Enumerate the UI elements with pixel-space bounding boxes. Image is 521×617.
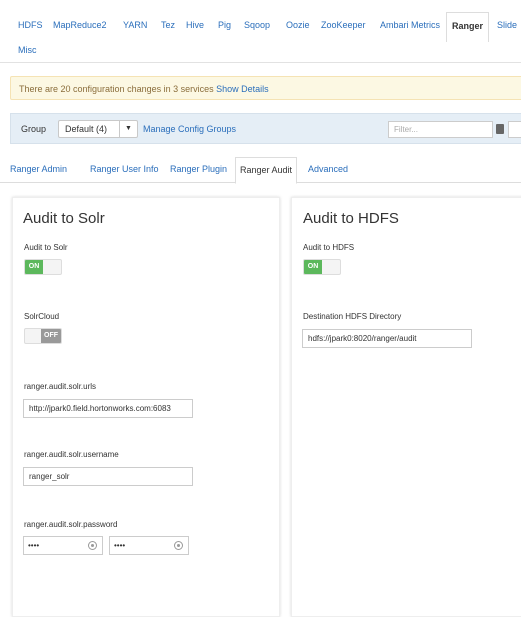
group-label: Group xyxy=(21,124,47,134)
solrcloud-toggle[interactable]: OFF xyxy=(24,328,62,344)
service-tab-zookeeper[interactable]: ZooKeeper xyxy=(321,19,366,31)
service-tab-hive[interactable]: Hive xyxy=(186,19,204,31)
audit-to-solr-label: Audit to Solr xyxy=(24,243,68,252)
destination-hdfs-directory-label: Destination HDFS Directory xyxy=(303,312,402,321)
solr-password-input[interactable]: •••• xyxy=(23,536,103,555)
ranger-config-tabs: Ranger Admin Ranger User Info Ranger Plu… xyxy=(0,157,521,184)
destination-hdfs-directory-input[interactable]: hdfs://jpark0:8020/ranger/audit xyxy=(302,329,472,348)
password-mask: •••• xyxy=(28,541,40,550)
filter-dropdown-icon[interactable] xyxy=(496,124,504,134)
solr-username-input[interactable]: ranger_solr xyxy=(23,467,193,486)
service-tab-ambari-metrics[interactable]: Ambari Metrics xyxy=(380,19,440,31)
service-tab-mapreduce2[interactable]: MapReduce2 xyxy=(53,19,107,31)
show-password-icon[interactable] xyxy=(88,541,97,550)
show-password-confirm-icon[interactable] xyxy=(174,541,183,550)
audit-to-hdfs-label: Audit to HDFS xyxy=(303,243,355,252)
service-tab-slider[interactable]: Slide xyxy=(497,19,517,31)
audit-to-solr-toggle[interactable]: ON xyxy=(24,259,62,275)
filter-extra-control[interactable] xyxy=(508,121,521,138)
tab-ranger-user-info[interactable]: Ranger User Info xyxy=(90,164,159,174)
audit-to-solr-title: Audit to Solr xyxy=(23,210,105,227)
group-select[interactable]: Default (4) ▼ xyxy=(58,120,138,138)
config-changes-alert: There are 20 configuration changes in 3 … xyxy=(10,76,521,100)
show-details-link[interactable]: Show Details xyxy=(216,84,269,94)
service-tab-misc[interactable]: Misc xyxy=(18,44,37,56)
tab-ranger-admin[interactable]: Ranger Admin xyxy=(10,164,67,174)
solr-password-label: ranger.audit.solr.password xyxy=(24,520,118,529)
password-confirm-mask: •••• xyxy=(114,541,126,550)
service-tab-tez[interactable]: Tez xyxy=(161,19,175,31)
service-tab-yarn[interactable]: YARN xyxy=(123,19,147,31)
service-tabs: HDFS MapReduce2 YARN Tez Hive Pig Sqoop … xyxy=(0,0,521,63)
toggle-on-state: ON xyxy=(25,260,43,274)
alert-text: There are 20 configuration changes in 3 … xyxy=(19,84,217,94)
service-tab-pig[interactable]: Pig xyxy=(218,19,231,31)
solrcloud-label: SolrCloud xyxy=(24,312,60,321)
service-tab-ranger[interactable]: Ranger xyxy=(446,12,490,42)
audit-to-hdfs-title: Audit to HDFS xyxy=(303,210,399,227)
solr-password-confirm-input[interactable]: •••• xyxy=(109,536,189,555)
audit-to-hdfs-panel: Audit to HDFS Audit to HDFS ON Destinati… xyxy=(291,197,521,617)
tab-advanced[interactable]: Advanced xyxy=(308,164,348,174)
tab-ranger-plugin[interactable]: Ranger Plugin xyxy=(170,164,227,174)
audit-to-hdfs-toggle[interactable]: ON xyxy=(303,259,341,275)
toggle-off-state: OFF xyxy=(41,329,61,343)
group-select-value: Default (4) xyxy=(65,124,108,134)
manage-config-groups-link[interactable]: Manage Config Groups xyxy=(143,124,236,134)
config-group-bar: Group Default (4) ▼ Manage Config Groups… xyxy=(10,113,521,144)
solr-urls-label: ranger.audit.solr.urls xyxy=(24,382,97,391)
toggle-on-state: ON xyxy=(304,260,322,274)
solr-urls-input[interactable]: http://jpark0.field.hortonworks.com:6083 xyxy=(23,399,193,418)
filter-input[interactable]: Filter... xyxy=(388,121,493,138)
audit-to-solr-panel: Audit to Solr Audit to Solr ON SolrCloud… xyxy=(12,197,280,617)
tab-ranger-audit[interactable]: Ranger Audit xyxy=(235,157,298,184)
service-tab-sqoop[interactable]: Sqoop xyxy=(244,19,270,31)
solr-username-label: ranger.audit.solr.username xyxy=(24,450,119,459)
service-tab-hdfs[interactable]: HDFS xyxy=(18,19,43,31)
service-tab-oozie[interactable]: Oozie xyxy=(286,19,310,31)
caret-down-icon: ▼ xyxy=(119,121,137,137)
